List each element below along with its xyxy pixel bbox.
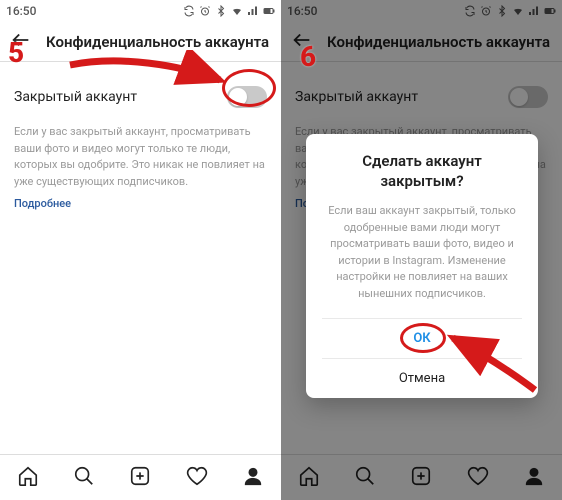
content-area: Закрытый аккаунт Если у вас закрытый акк… — [0, 62, 281, 454]
dialog-title: Сделать аккаунт закрытым? — [322, 152, 522, 191]
status-icons — [183, 5, 275, 17]
page-title: Конфиденциальность аккаунта — [46, 33, 269, 51]
nav-new-post[interactable] — [129, 465, 151, 491]
back-button[interactable] — [10, 29, 32, 55]
home-icon — [17, 465, 39, 487]
private-account-label: Закрытый аккаунт — [14, 89, 137, 105]
toggle-knob — [229, 88, 247, 106]
private-account-description: Если у вас закрытый аккаунт, просматрива… — [14, 124, 267, 190]
nav-activity[interactable] — [186, 465, 208, 491]
profile-icon — [242, 465, 264, 487]
bluetooth-icon — [215, 5, 227, 17]
nav-search[interactable] — [73, 465, 95, 491]
status-time: 16:50 — [6, 4, 36, 18]
wifi-icon — [231, 5, 243, 17]
confirm-dialog: Сделать аккаунт закрытым? Если ваш аккау… — [306, 134, 538, 398]
dialog-ok-button[interactable]: ОК — [322, 318, 522, 358]
phone-screen-step6: 16:50 Конфиденциальность аккаунта Закрыт… — [281, 0, 562, 500]
private-account-row: Закрытый аккаунт — [14, 86, 267, 108]
nav-profile[interactable] — [242, 465, 264, 491]
signal-icon — [247, 5, 259, 17]
heart-icon — [186, 465, 208, 487]
bottom-nav — [0, 454, 281, 500]
dialog-cancel-button[interactable]: Отмена — [322, 358, 522, 398]
phone-screen-step5: 16:50 Конфиденциальность аккаунта Закрыт… — [0, 0, 281, 500]
page-header: Конфиденциальность аккаунта — [0, 22, 281, 62]
nav-home[interactable] — [17, 465, 39, 491]
sync-icon — [183, 5, 195, 17]
learn-more-link[interactable]: Подробнее — [14, 197, 71, 210]
private-account-toggle[interactable] — [227, 86, 267, 108]
plus-square-icon — [129, 465, 151, 487]
alarm-icon — [199, 5, 211, 17]
search-icon — [73, 465, 95, 487]
battery-icon — [263, 5, 275, 17]
dialog-body: Если ваш аккаунт закрытый, только одобре… — [322, 203, 522, 302]
status-bar: 16:50 — [0, 0, 281, 22]
